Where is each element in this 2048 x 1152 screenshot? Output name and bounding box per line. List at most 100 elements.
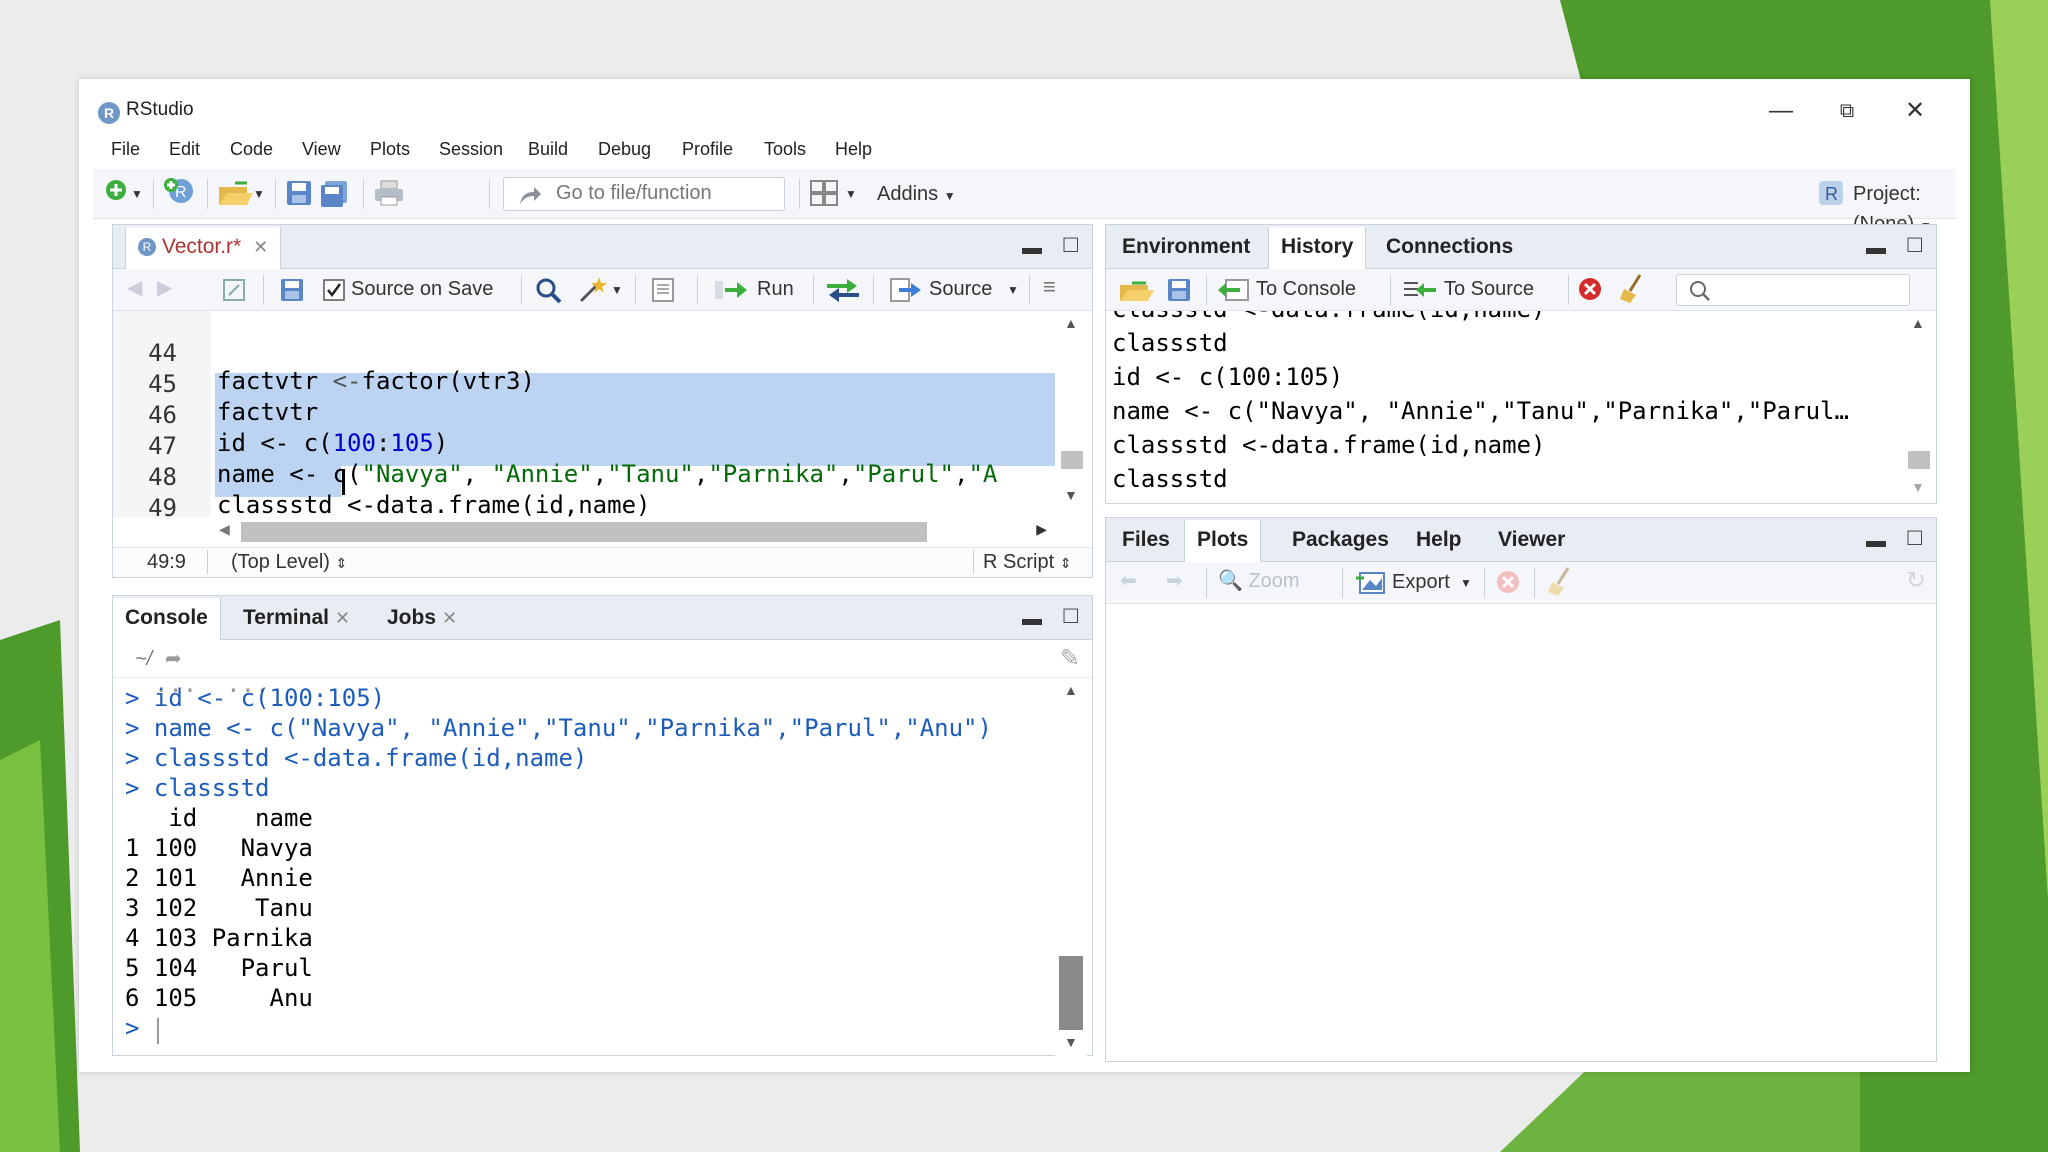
close-tab-icon[interactable]: ✕ (335, 608, 350, 628)
minimize-button[interactable]: — (1751, 91, 1811, 131)
remove-plot-icon[interactable] (1496, 570, 1520, 594)
save-all-icon[interactable] (319, 179, 351, 207)
vscroll-thumb[interactable] (1061, 451, 1083, 469)
new-project-icon[interactable]: R (163, 177, 199, 207)
scroll-up-icon[interactable]: ▲ (1064, 682, 1078, 698)
source-on-save-checkbox[interactable] (323, 279, 345, 301)
tab-environment[interactable]: Environment (1110, 227, 1262, 269)
tab-terminal[interactable]: Terminal ✕ (231, 598, 362, 640)
menu-profile[interactable]: Profile (682, 139, 733, 160)
code-area[interactable]: 44 factvtr <-factor(vtr3) 45 factvtr 46 … (113, 311, 1055, 517)
code-tools-wand-icon[interactable] (577, 275, 609, 305)
tab-vector-r[interactable]: R Vector.r* ✕ (125, 227, 282, 269)
hscroll-thumb[interactable] (241, 522, 927, 542)
new-file-icon[interactable] (105, 179, 127, 201)
show-in-window-icon[interactable] (221, 277, 247, 303)
console-prompt[interactable]: > (125, 1014, 154, 1042)
document-outline-icon[interactable]: ≡ (1043, 272, 1056, 302)
grid-layout-icon[interactable] (809, 179, 839, 207)
prev-plot-icon[interactable]: ⬅ (1120, 566, 1137, 596)
maximize-pane-icon[interactable]: □ (1064, 231, 1079, 259)
compile-report-icon[interactable] (651, 277, 675, 303)
history-list[interactable]: classstd <-data.frame(id,name) classstd … (1106, 311, 1900, 503)
menu-session[interactable]: Session (439, 139, 503, 160)
close-tab-icon[interactable]: ✕ (442, 608, 457, 628)
editor-hscroll[interactable]: ◀ ▶ (211, 517, 1055, 547)
rerun-icon[interactable] (825, 277, 861, 303)
tab-help[interactable]: Help (1404, 520, 1474, 562)
save-icon[interactable] (285, 179, 313, 207)
save-history-icon[interactable] (1166, 277, 1192, 303)
history-vscroll[interactable]: ▲ ▼ (1902, 311, 1934, 503)
maximize-pane-icon[interactable]: □ (1064, 602, 1079, 630)
next-plot-icon[interactable]: ➡ (1166, 566, 1183, 596)
menu-debug[interactable]: Debug (598, 139, 651, 160)
menu-view[interactable]: View (302, 139, 341, 160)
minimize-pane-icon[interactable]: ▬ (1022, 237, 1042, 260)
print-icon[interactable] (373, 179, 405, 207)
scope-selector[interactable]: (Top Level) ⇕ (231, 551, 347, 574)
addins-menu[interactable]: Addins ▼ (877, 179, 956, 209)
clear-console-broom-icon[interactable]: ✎ (1060, 644, 1080, 673)
menu-help[interactable]: Help (835, 139, 872, 160)
tab-console[interactable]: Console (112, 598, 221, 640)
minimize-pane-icon[interactable]: ▬ (1866, 530, 1886, 553)
back-arrow-icon[interactable]: ◀ (127, 273, 142, 303)
filetype-selector[interactable]: R Script ⇕ (983, 551, 1071, 574)
clear-history-broom-icon[interactable] (1618, 273, 1648, 305)
vscroll-thumb[interactable] (1908, 451, 1930, 469)
scroll-down-icon[interactable]: ▼ (1064, 1034, 1078, 1050)
goto-file-input[interactable]: Go to file/function (503, 177, 785, 211)
editor-save-icon[interactable] (279, 277, 305, 303)
scroll-up-icon[interactable]: ▲ (1064, 315, 1078, 331)
open-file-dropdown-icon[interactable]: ▼ (253, 179, 265, 209)
menu-tools[interactable]: Tools (764, 139, 806, 160)
console-vscroll[interactable]: ▲ ▼ (1055, 678, 1087, 1056)
maximize-pane-icon[interactable]: □ (1908, 524, 1923, 552)
history-entry[interactable]: id <- c(100:105) (1112, 363, 1343, 391)
menu-build[interactable]: Build (528, 139, 568, 160)
maximize-pane-icon[interactable]: □ (1908, 231, 1923, 259)
scroll-down-icon[interactable]: ▼ (1064, 487, 1078, 503)
load-history-icon[interactable] (1118, 277, 1154, 303)
tab-jobs[interactable]: Jobs ✕ (375, 598, 469, 640)
project-menu[interactable]: Project: (None) ▼ (1853, 179, 1956, 235)
tab-viewer[interactable]: Viewer (1486, 520, 1577, 562)
goto-directory-icon[interactable]: ➦ (165, 646, 182, 671)
scroll-right-icon[interactable]: ▶ (1036, 521, 1047, 538)
code-tools-dropdown-icon[interactable]: ▼ (611, 275, 623, 305)
minimize-pane-icon[interactable]: ▬ (1866, 237, 1886, 260)
tab-history[interactable]: History (1268, 227, 1367, 269)
history-entry[interactable]: classstd (1112, 329, 1228, 357)
scroll-left-icon[interactable]: ◀ (219, 521, 230, 538)
minimize-pane-icon[interactable]: ▬ (1022, 608, 1042, 631)
history-entry[interactable]: classstd <-data.frame(id,name) (1112, 431, 1545, 459)
editor-vscroll[interactable]: ▲ ▼ (1055, 311, 1087, 521)
tab-packages[interactable]: Packages (1280, 520, 1401, 562)
zoom-button[interactable]: 🔍 Zoom (1218, 566, 1300, 596)
tab-files[interactable]: Files (1110, 520, 1182, 562)
history-entry[interactable]: classstd (1112, 465, 1228, 493)
menu-code[interactable]: Code (230, 139, 273, 160)
menu-edit[interactable]: Edit (169, 139, 200, 160)
clear-plots-broom-icon[interactable] (1546, 566, 1576, 598)
open-file-icon[interactable] (217, 179, 253, 207)
menu-file[interactable]: File (111, 139, 140, 160)
vscroll-thumb[interactable] (1059, 956, 1083, 1030)
history-entry[interactable]: name <- c("Navya", "Annie","Tanu","Parni… (1112, 397, 1849, 425)
close-window-button[interactable]: ✕ (1885, 91, 1945, 131)
forward-arrow-icon[interactable]: ▶ (157, 273, 172, 303)
remove-entry-icon[interactable] (1578, 277, 1602, 301)
tab-plots[interactable]: Plots (1184, 520, 1262, 562)
close-tab-icon[interactable]: ✕ (253, 237, 268, 257)
history-search-input[interactable] (1676, 274, 1910, 306)
restore-button[interactable]: ⧉ (1817, 91, 1877, 131)
scroll-down-icon[interactable]: ▼ (1911, 479, 1925, 495)
new-file-dropdown-icon[interactable]: ▼ (131, 179, 143, 209)
refresh-icon[interactable]: ↻ (1906, 566, 1926, 596)
tab-connections[interactable]: Connections (1374, 227, 1525, 269)
console-output[interactable]: ... ... > id <- c(100:105) > name <- c("… (113, 678, 1055, 1056)
find-replace-icon[interactable] (535, 277, 563, 305)
plot-area[interactable] (1106, 604, 1936, 1061)
history-entry[interactable]: classstd <-data.frame(id,name) (1112, 311, 1545, 323)
